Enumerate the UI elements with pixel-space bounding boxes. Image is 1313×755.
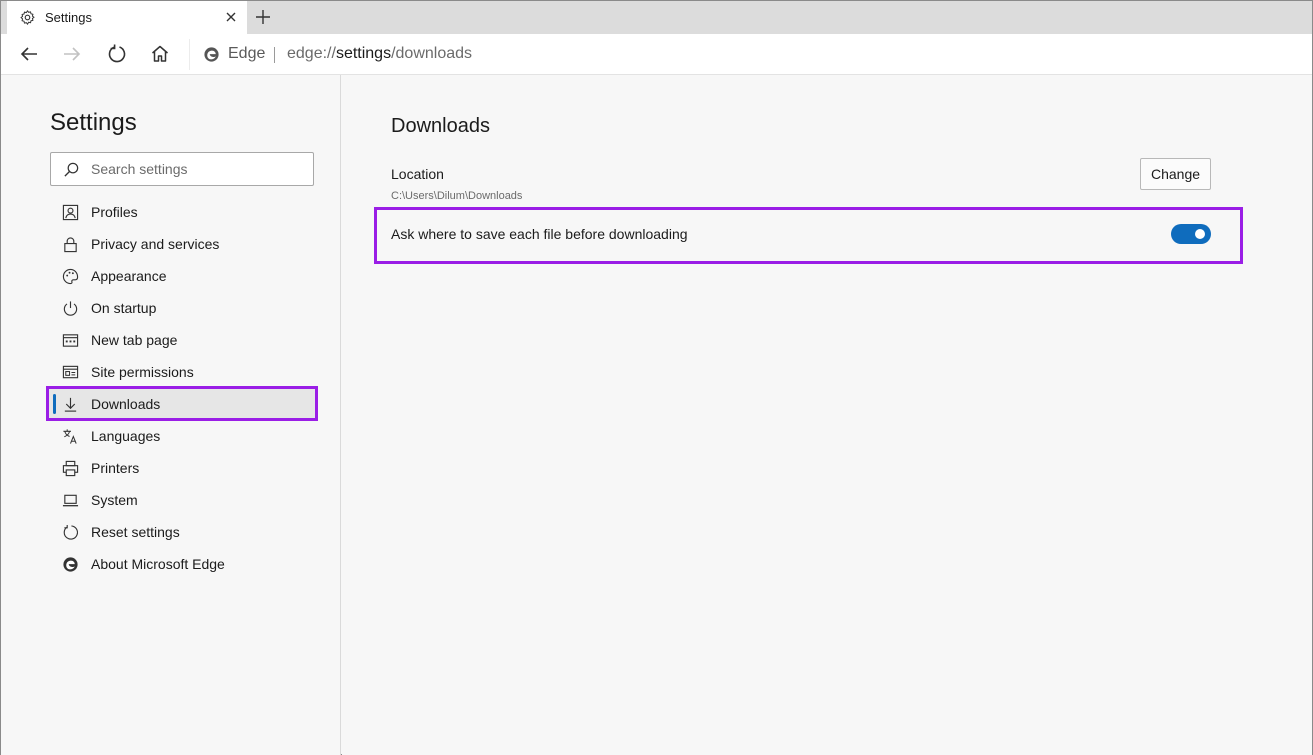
search-icon: [64, 162, 79, 177]
sidebar-item-languages[interactable]: Languages: [49, 420, 317, 452]
sidebar-item-label: Privacy and services: [91, 236, 220, 252]
location-label: Location: [391, 166, 444, 182]
address-url[interactable]: edge://settings/downloads: [287, 45, 472, 63]
back-arrow-icon[interactable]: [18, 43, 40, 65]
downloads-settings-panel: Downloads Location C:\Users\Dilum\Downlo…: [342, 75, 1312, 755]
ask-where-to-save-label: Ask where to save each file before downl…: [391, 226, 688, 242]
change-location-button[interactable]: Change: [1140, 158, 1211, 190]
sidebar-item-privacy[interactable]: Privacy and services: [49, 228, 317, 260]
sidebar-item-profiles[interactable]: Profiles: [49, 196, 317, 228]
sidebar-item-site-permissions[interactable]: Site permissions: [49, 356, 317, 388]
laptop-icon: [62, 494, 79, 507]
home-icon[interactable]: [149, 43, 171, 65]
sidebar-item-new-tab-page[interactable]: New tab page: [49, 324, 317, 356]
languages-icon: [63, 429, 77, 444]
sidebar-item-on-startup[interactable]: On startup: [49, 292, 317, 324]
gear-icon: [20, 10, 35, 25]
search-input[interactable]: [91, 153, 309, 185]
sidebar-item-label: Downloads: [91, 396, 161, 412]
forward-arrow-icon[interactable]: [61, 43, 83, 65]
sidebar-item-label: Languages: [91, 428, 161, 444]
edge-logo-icon: [204, 47, 219, 62]
refresh-icon[interactable]: [106, 43, 128, 65]
tab-title: Settings: [45, 10, 92, 25]
address-bar[interactable]: Edge edge://settings/downloads: [189, 39, 1312, 70]
page-title: Downloads: [391, 115, 490, 137]
toolbar: Edge edge://settings/downloads: [1, 34, 1312, 75]
url-host: settings: [335, 45, 392, 62]
tab-settings[interactable]: Settings: [7, 1, 247, 34]
sidebar-item-printers[interactable]: Printers: [49, 452, 317, 484]
new-tab-icon[interactable]: [253, 7, 273, 27]
sidebar-item-reset-settings[interactable]: Reset settings: [49, 516, 317, 548]
sidebar-item-label: New tab page: [91, 332, 178, 348]
printer-icon: [62, 460, 79, 477]
sidebar-item-appearance[interactable]: Appearance: [49, 260, 317, 292]
sidebar-item-about-edge[interactable]: About Microsoft Edge: [49, 548, 317, 580]
ask-where-to-save-toggle[interactable]: [1171, 224, 1211, 244]
address-separator: [274, 47, 275, 63]
profile-icon: [62, 204, 79, 221]
edge-logo-icon: [63, 557, 78, 572]
sidebar-item-label: About Microsoft Edge: [91, 556, 225, 572]
settings-nav: Profiles Privacy and services Appearance: [49, 196, 317, 580]
sidebar-item-label: Printers: [91, 460, 140, 476]
close-icon[interactable]: [223, 9, 239, 25]
site-label: Edge: [228, 45, 266, 62]
toggle-knob: [1195, 229, 1205, 239]
lock-icon: [64, 237, 77, 253]
url-path: /downloads: [391, 45, 473, 62]
site-permissions-icon: [62, 365, 79, 379]
url-prefix: edge://: [287, 45, 336, 62]
settings-sidebar: Settings Profiles Privacy and services: [1, 75, 341, 755]
sidebar-item-system[interactable]: System: [49, 484, 317, 516]
power-icon: [63, 301, 78, 316]
new-tab-page-icon: [62, 334, 79, 347]
sidebar-item-label: Site permissions: [91, 364, 194, 380]
reset-icon: [63, 524, 79, 540]
sidebar-item-label: System: [91, 492, 138, 508]
sidebar-item-label: Profiles: [91, 204, 138, 220]
sidebar-title: Settings: [50, 109, 137, 136]
sidebar-item-label: Reset settings: [91, 524, 180, 540]
search-box[interactable]: [50, 152, 314, 186]
palette-icon: [62, 268, 79, 285]
location-path: C:\Users\Dilum\Downloads: [391, 190, 523, 202]
sidebar-item-label: Appearance: [91, 268, 167, 284]
sidebar-item-downloads[interactable]: Downloads: [49, 388, 317, 420]
download-icon: [64, 397, 77, 412]
sidebar-item-label: On startup: [91, 300, 157, 316]
tab-strip: Settings: [1, 1, 1312, 34]
